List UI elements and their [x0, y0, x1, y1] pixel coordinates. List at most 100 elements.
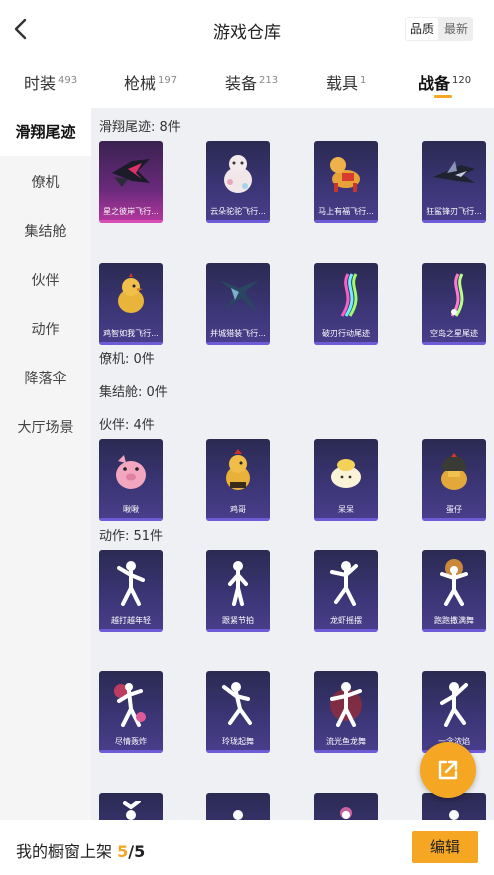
card-bar — [206, 629, 270, 632]
sidebar-item-lobby-scene[interactable]: 大厅场景 — [0, 417, 91, 437]
card-bar — [422, 220, 486, 223]
share-button[interactable] — [420, 742, 476, 798]
item-card[interactable] — [206, 793, 270, 820]
tab-label: 装备 — [225, 74, 258, 93]
item-card[interactable]: 并城猎装飞行... — [206, 263, 270, 345]
item-label: 越打越年轻 — [111, 616, 151, 625]
item-label: 云朵驼驼飞行... — [210, 207, 266, 216]
sidebar-item-emote[interactable]: 动作 — [0, 319, 91, 339]
section-title-glide-trail: 滑翔尾迹: 8件 — [99, 120, 181, 135]
item-card[interactable]: 龙虾摇摆 — [314, 550, 378, 632]
card-bar — [314, 518, 378, 521]
card-bar — [99, 220, 163, 223]
card-bar — [314, 629, 378, 632]
item-card[interactable] — [99, 793, 163, 820]
item-card[interactable]: 破刃行动尾迹 — [314, 263, 378, 345]
jet-icon — [105, 147, 157, 199]
item-card[interactable]: 蛋仔 — [422, 439, 486, 521]
item-card[interactable]: 鸡智如我飞行... — [99, 263, 163, 345]
sort-option-quality[interactable]: 品质 — [406, 18, 439, 40]
showcase-label: 我的橱窗上架 — [16, 842, 118, 861]
item-label: 并城猎装飞行... — [210, 329, 266, 338]
active-tab-indicator — [434, 95, 452, 98]
dancer-icon — [428, 799, 480, 820]
item-label: 破刃行动尾迹 — [322, 329, 370, 338]
tab-count: 493 — [58, 75, 78, 86]
edit-button[interactable]: 编辑 — [412, 831, 478, 863]
item-card[interactable]: 呆呆 — [314, 439, 378, 521]
card-bar — [99, 518, 163, 521]
wing-jet-icon — [212, 269, 264, 321]
card-bar — [206, 750, 270, 753]
item-card[interactable]: 马上有福飞行... — [314, 141, 378, 223]
rainbow-trail-icon — [320, 269, 372, 321]
item-card[interactable]: 云朵驼驼飞行... — [206, 141, 270, 223]
item-label: 空岛之星尾迹 — [430, 329, 478, 338]
item-grid-area[interactable]: 滑翔尾迹: 8件 星之彼岸飞行... 云朵驼驼飞行... 马上有福飞行... 狂… — [91, 108, 494, 820]
section-title-partner: 伙伴: 4件 — [99, 418, 155, 433]
sidebar-item-wingman[interactable]: 僚机 — [0, 172, 91, 192]
item-label: 跑跑撒满舞 — [434, 616, 474, 625]
tab-count: 1 — [360, 75, 367, 86]
tab-label: 战备 — [418, 74, 451, 93]
header: 游戏仓库 品质 最新 — [0, 0, 494, 60]
pig-icon — [105, 445, 157, 497]
item-label: 狂鲨锋刃飞行... — [426, 207, 482, 216]
card-bar — [206, 220, 270, 223]
tab-fashion[interactable]: 时装 493 — [24, 70, 77, 94]
sidebar-item-glide-trail[interactable]: 滑翔尾迹 — [0, 108, 91, 156]
showcase-total-count: /5 — [128, 842, 146, 861]
item-card[interactable] — [314, 793, 378, 820]
tab-guns[interactable]: 枪械 197 — [124, 70, 177, 94]
dancer-icon — [105, 556, 157, 608]
sidebar-item-partner[interactable]: 伙伴 — [0, 270, 91, 290]
item-card[interactable]: 尽情轰炸 — [99, 671, 163, 753]
shark-jet-icon — [428, 147, 480, 199]
item-label: 龙虾摇摆 — [330, 616, 362, 625]
item-card[interactable]: 鸡哥 — [206, 439, 270, 521]
dancer-icon — [212, 556, 264, 608]
card-bar — [422, 629, 486, 632]
item-card[interactable]: 流光鱼龙舞 — [314, 671, 378, 753]
card-bar — [422, 518, 486, 521]
horse-icon — [320, 147, 372, 199]
tab-equipment[interactable]: 装备 213 — [225, 70, 278, 94]
item-card[interactable]: 一念浓焰 — [422, 671, 486, 753]
sidebar-item-rally-pod[interactable]: 集结舱 — [0, 221, 91, 241]
item-card[interactable]: 狂鲨锋刃飞行... — [422, 141, 486, 223]
item-card[interactable]: 跟紧节拍 — [206, 550, 270, 632]
item-label: 流光鱼龙舞 — [326, 737, 366, 746]
category-tabs: 时装 493 枪械 197 装备 213 载具 1 战备 120 — [0, 60, 494, 108]
helmet-chick-icon — [428, 445, 480, 497]
tab-label: 时装 — [24, 74, 57, 93]
item-card[interactable]: 越打越年轻 — [99, 550, 163, 632]
item-label: 尽情轰炸 — [115, 737, 147, 746]
item-label: 玲珑起舞 — [222, 737, 254, 746]
sort-option-newest[interactable]: 最新 — [440, 18, 472, 40]
dancer-icon — [105, 799, 157, 820]
showcase-status: 我的橱窗上架 5/5 — [16, 838, 145, 862]
card-bar — [99, 629, 163, 632]
bomb-dancer-icon — [105, 677, 157, 729]
tab-vehicle[interactable]: 载具 1 — [326, 70, 366, 94]
item-card[interactable]: 啾啾 — [99, 439, 163, 521]
card-bar — [314, 220, 378, 223]
item-card[interactable]: 星之彼岸飞行... — [99, 141, 163, 223]
item-card[interactable]: 空岛之星尾迹 — [422, 263, 486, 345]
chicken-icon — [105, 269, 157, 321]
item-label: 呆呆 — [338, 505, 354, 514]
sidebar-item-parachute[interactable]: 降落伞 — [0, 368, 91, 388]
card-bar — [314, 750, 378, 753]
item-card[interactable]: 跑跑撒满舞 — [422, 550, 486, 632]
fire-dancer-icon — [320, 677, 372, 729]
tab-label: 枪械 — [124, 74, 157, 93]
card-bar — [206, 342, 270, 345]
tab-combat-prep[interactable]: 战备 120 — [418, 70, 471, 94]
item-label: 鸡哥 — [230, 505, 246, 514]
card-bar — [99, 342, 163, 345]
item-label: 鸡智如我飞行... — [103, 329, 159, 338]
item-label: 跟紧节拍 — [222, 616, 254, 625]
heart-dancer-icon — [320, 799, 372, 820]
item-card[interactable]: 玲珑起舞 — [206, 671, 270, 753]
card-bar — [422, 342, 486, 345]
